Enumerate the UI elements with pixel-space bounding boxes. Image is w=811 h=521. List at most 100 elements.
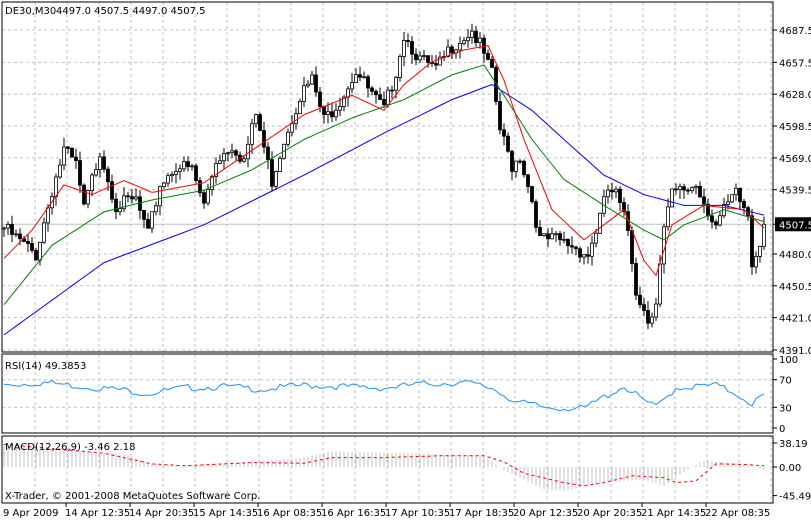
candle-bull [218, 160, 222, 164]
time-label: 15 Apr 14:35 [193, 508, 258, 519]
candle-bear [30, 243, 34, 251]
candle-bear [698, 185, 702, 198]
candle-bull [38, 241, 42, 261]
candle-bear [10, 224, 14, 235]
candle-bull [278, 157, 282, 172]
candle-bear [102, 156, 106, 170]
candle-bear [574, 246, 578, 250]
price-tick-label: 4539.5 [779, 186, 811, 197]
candle-bull [6, 224, 10, 229]
price-tick-label: 4480.0 [779, 250, 811, 261]
ma-fast-line [3, 45, 765, 277]
candle-bull [422, 55, 426, 58]
candle-bull [734, 187, 738, 196]
candle-bull [242, 158, 246, 162]
candle-bear [530, 186, 534, 203]
candle-bear [390, 89, 394, 92]
candle-bear [106, 168, 110, 183]
candle-bull [650, 316, 654, 324]
candle-bear [82, 184, 86, 205]
time-label: 17 Apr 10:35 [385, 508, 450, 519]
candle-bull [306, 83, 310, 87]
candle-bear [750, 215, 754, 268]
candle-bear [526, 174, 530, 188]
candle-bull [174, 170, 178, 175]
candle-bull [362, 76, 366, 79]
candle-bear [586, 254, 590, 257]
time-label: 20 Apr 20:35 [577, 508, 642, 519]
candle-bear [518, 160, 522, 163]
time-label: 20 Apr 12:35 [513, 508, 578, 519]
candle-bull [246, 143, 250, 160]
candle-bear [382, 99, 386, 106]
time-label: 14 Apr 12:35 [65, 508, 130, 519]
candle-bear [702, 196, 706, 205]
time-label: 22 Apr 08:35 [705, 508, 770, 519]
price-panel[interactable] [2, 23, 766, 336]
candle-bull [554, 233, 558, 236]
price-tick-label: 4687.5 [779, 26, 811, 37]
time-label: 14 Apr 20:35 [129, 508, 194, 519]
candle-bear [566, 238, 570, 247]
trading-chart[interactable]: 4687.5 4657.5 4628.0 4598.5 4569.0 4539.5 4507… [0, 0, 811, 521]
price-tick-label: 4657.5 [779, 58, 811, 69]
candle-bear [114, 198, 118, 213]
candle-bear [26, 241, 30, 244]
candle-bull [466, 37, 470, 42]
ma-slow-line [3, 83, 765, 336]
candle-bull [478, 37, 482, 44]
price-tick-label: 4628.0 [779, 90, 811, 101]
candle-bull [726, 201, 730, 205]
candle-bull [614, 188, 618, 193]
candle-bear [642, 304, 646, 311]
ohlc-label: 4497.0 4507.5 4497.0 4507.5 [56, 6, 206, 17]
candle-bull [418, 55, 422, 61]
candle-bear [406, 40, 410, 42]
candle-bull [14, 233, 18, 236]
candle-bear [506, 135, 510, 152]
candle-bear [330, 111, 334, 118]
candle-bear [742, 201, 746, 209]
candle-bear [682, 186, 686, 191]
candle-bear [638, 294, 642, 306]
candle-bear [318, 91, 322, 107]
candle-bear [634, 263, 638, 296]
candle-bull [550, 233, 554, 240]
macd-label: MACD(12,26,9) -3.46 2.18 [5, 442, 135, 453]
candle-bear [146, 218, 150, 229]
candle-bear [78, 160, 82, 186]
candle-bull [298, 101, 302, 115]
candle-bull [470, 30, 474, 38]
grid [2, 2, 773, 503]
candle-bear [366, 76, 370, 89]
candle-bull [46, 207, 50, 224]
time-label: 16 Apr 08:35 [257, 508, 322, 519]
price-tick-label: 4507.5 [779, 220, 811, 231]
candle-bear [534, 201, 538, 228]
candle-bull [170, 174, 174, 177]
candle-bear [370, 87, 374, 92]
candle-bull [402, 40, 406, 57]
rsi-label: RSI(14) 49.3853 [5, 361, 86, 372]
candle-bear [538, 226, 542, 237]
candle-bear [510, 150, 514, 172]
copyright-label: X-Trader, © 2001-2008 MetaQuotes Softwar… [5, 491, 260, 502]
time-label: 16 Apr 16:35 [321, 508, 386, 519]
candle-bull [334, 109, 338, 118]
candle-bear [378, 94, 382, 100]
candle-bull [90, 174, 94, 192]
rsi-panel[interactable] [3, 379, 765, 412]
candle-bull [594, 232, 598, 244]
candle-bear [686, 189, 690, 192]
candle-bull [118, 208, 122, 213]
candle-bear [234, 150, 238, 156]
candle-bull [654, 303, 658, 318]
candle-bull [58, 164, 62, 178]
candle-bear [410, 41, 414, 55]
candle-bull [294, 113, 298, 125]
candle-bear [358, 74, 362, 78]
candle-bear [498, 101, 502, 131]
candle-bear [474, 30, 478, 44]
time-label: 9 Apr 2009 [3, 508, 58, 519]
rsi-tick-label: 70 [779, 376, 792, 387]
